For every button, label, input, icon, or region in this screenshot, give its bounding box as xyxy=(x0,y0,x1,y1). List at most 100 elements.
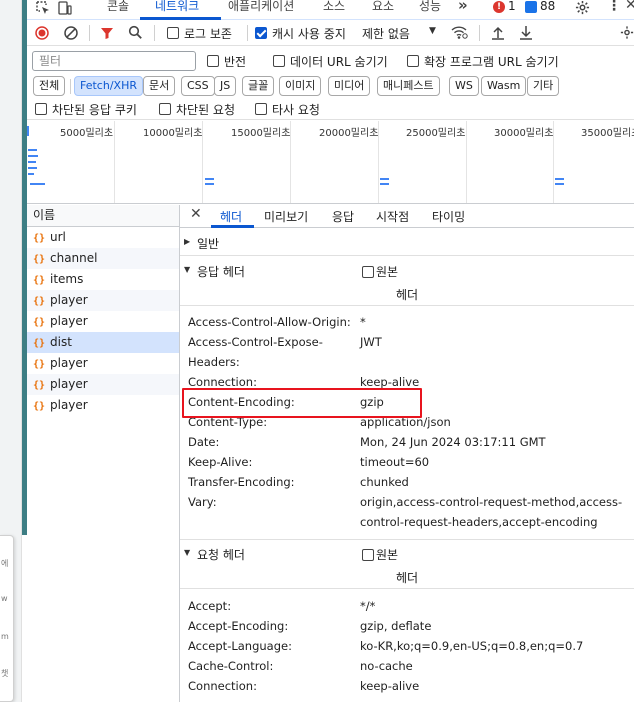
network-settings-gear-icon[interactable] xyxy=(620,25,634,40)
header-value: ko-KR,ko;q=0.9,en-US;q=0.8,en;q=0.7 xyxy=(360,639,584,653)
import-har-icon[interactable] xyxy=(491,25,505,40)
request-name: player xyxy=(50,356,88,370)
request-bar xyxy=(555,183,564,185)
clear-icon[interactable] xyxy=(64,26,78,40)
kebab-menu-icon[interactable]: ⋮ xyxy=(607,0,621,14)
hide-extension-urls-label: 확장 프로그램 URL 숨기기 xyxy=(424,55,559,69)
gear-icon[interactable] xyxy=(575,0,590,15)
request-row[interactable]: {} player xyxy=(27,395,179,416)
header-value: no-cache xyxy=(360,659,413,673)
network-conditions-icon[interactable] xyxy=(451,25,468,40)
request-row[interactable]: {} player xyxy=(27,374,179,395)
xhr-icon: {} xyxy=(33,338,46,349)
collapse-down-icon: ▼ xyxy=(184,265,191,274)
chip-image[interactable]: 이미지 xyxy=(279,76,322,96)
inspect-element-icon[interactable] xyxy=(35,0,51,16)
preserve-log-label: 로그 보존 xyxy=(184,27,232,41)
header-value: Mon, 24 Jun 2024 03:17:11 GMT xyxy=(360,435,546,449)
warning-icon[interactable] xyxy=(525,1,537,13)
tab-sources[interactable]: 소스 xyxy=(323,0,345,14)
throttle-select[interactable]: 제한 없음 xyxy=(362,25,410,42)
request-bar xyxy=(28,161,36,163)
response-raw-checkbox[interactable] xyxy=(362,266,374,278)
collapse-down-icon: ▼ xyxy=(184,548,191,557)
third-party-checkbox[interactable] xyxy=(255,103,267,115)
hide-data-urls-label: 데이터 URL 숨기기 xyxy=(290,55,388,69)
more-tabs-icon[interactable]: » xyxy=(458,0,468,14)
hide-extension-urls-checkbox[interactable] xyxy=(407,55,419,67)
blocked-filter-row: 차단된 응답 쿠키 차단된 요청 타사 요청 xyxy=(27,98,634,120)
xhr-icon: {} xyxy=(33,275,46,286)
tab-application[interactable]: 애플리케이션 xyxy=(228,0,294,14)
chip-ws[interactable]: WS xyxy=(449,76,479,96)
record-stop-icon[interactable] xyxy=(35,26,49,40)
details-tab-preview[interactable]: 미리보기 xyxy=(264,208,308,225)
divider xyxy=(180,255,634,256)
chip-font[interactable]: 글꼴 xyxy=(242,76,275,96)
details-active-tab-indicator xyxy=(211,225,254,228)
tab-network[interactable]: 네트워크 xyxy=(155,0,199,14)
blocked-requests-label: 차단된 요청 xyxy=(176,103,236,117)
general-section-header[interactable]: ▶ 일반 xyxy=(180,233,634,253)
search-icon[interactable] xyxy=(128,25,143,40)
header-value: origin,access-control-request-method,acc… xyxy=(360,495,623,529)
request-row[interactable]: {} channel xyxy=(27,248,179,269)
request-name: player xyxy=(50,293,88,307)
error-icon[interactable]: ! xyxy=(493,1,505,13)
request-row[interactable]: {} player xyxy=(27,353,179,374)
header-value: */* xyxy=(360,599,376,613)
header-value: * xyxy=(360,315,366,329)
request-row-selected[interactable]: {} dist xyxy=(27,332,179,353)
invert-checkbox[interactable] xyxy=(207,55,219,67)
export-har-icon[interactable] xyxy=(519,25,533,40)
blocked-cookies-label: 차단된 응답 쿠키 xyxy=(52,103,137,117)
chip-document[interactable]: 문서 xyxy=(143,76,176,96)
filter-input[interactable] xyxy=(32,51,196,71)
divider xyxy=(180,539,634,540)
third-party-label: 타사 요청 xyxy=(272,103,320,117)
error-count: 1 xyxy=(508,0,516,13)
chevron-down-icon[interactable]: ▼ xyxy=(429,26,436,36)
chip-media[interactable]: 미디어 xyxy=(328,76,371,96)
blocked-requests-checkbox[interactable] xyxy=(159,103,171,115)
column-header-name[interactable]: 이름 xyxy=(27,205,179,227)
chip-manifest[interactable]: 매니페스트 xyxy=(377,76,440,96)
close-details-icon[interactable]: ✕ xyxy=(190,206,202,222)
tab-console[interactable]: 콘솔 xyxy=(107,0,129,14)
toolbar-separator xyxy=(154,25,155,41)
request-bar xyxy=(28,167,37,169)
network-overview-timeline[interactable]: 5000밀리초 10000밀리초 15000밀리초 20000밀리초 25000… xyxy=(27,121,634,204)
request-name: player xyxy=(50,377,88,391)
chip-all[interactable]: 전체 xyxy=(33,76,66,96)
request-raw-checkbox[interactable] xyxy=(362,549,374,561)
header-key: Access-Control-Expose-Headers: xyxy=(188,335,323,369)
request-row[interactable]: {} items xyxy=(27,269,179,290)
device-toggle-icon[interactable] xyxy=(58,1,72,15)
hide-data-urls-checkbox[interactable] xyxy=(273,55,285,67)
chip-wasm[interactable]: Wasm xyxy=(481,76,527,96)
header-key: Date: xyxy=(188,435,220,449)
details-tab-response[interactable]: 응답 xyxy=(332,208,354,225)
request-row[interactable]: {} url xyxy=(27,227,179,248)
request-row[interactable]: {} player xyxy=(27,290,179,311)
disable-cache-checkbox[interactable] xyxy=(255,27,267,39)
tick-label: 15000밀리초 xyxy=(231,128,291,139)
tab-performance[interactable]: 성능 xyxy=(419,0,441,14)
preserve-log-checkbox[interactable] xyxy=(167,27,179,39)
request-headers-section-header[interactable]: ▼ 요청 헤더 원본 xyxy=(180,544,634,564)
close-devtools-icon[interactable]: ✕ xyxy=(625,0,634,13)
request-row[interactable]: {} player xyxy=(27,311,179,332)
details-tab-initiator[interactable]: 시작점 xyxy=(376,208,409,225)
response-headers-section-header[interactable]: ▼ 응답 헤더 원본 xyxy=(180,261,634,281)
blocked-cookies-checkbox[interactable] xyxy=(35,103,47,115)
header-value: JWT xyxy=(360,335,382,349)
chip-js[interactable]: JS xyxy=(214,76,237,96)
tab-elements[interactable]: 요소 xyxy=(372,0,394,14)
tick-label: 10000밀리초 xyxy=(143,128,203,139)
chip-css[interactable]: CSS xyxy=(181,76,215,96)
chip-fetch-xhr[interactable]: Fetch/XHR xyxy=(74,76,143,96)
chip-other[interactable]: 기타 xyxy=(527,76,560,96)
filter-icon[interactable] xyxy=(100,26,114,40)
details-tab-headers[interactable]: 헤더 xyxy=(220,208,242,225)
details-tab-timing[interactable]: 타이밍 xyxy=(432,208,465,225)
